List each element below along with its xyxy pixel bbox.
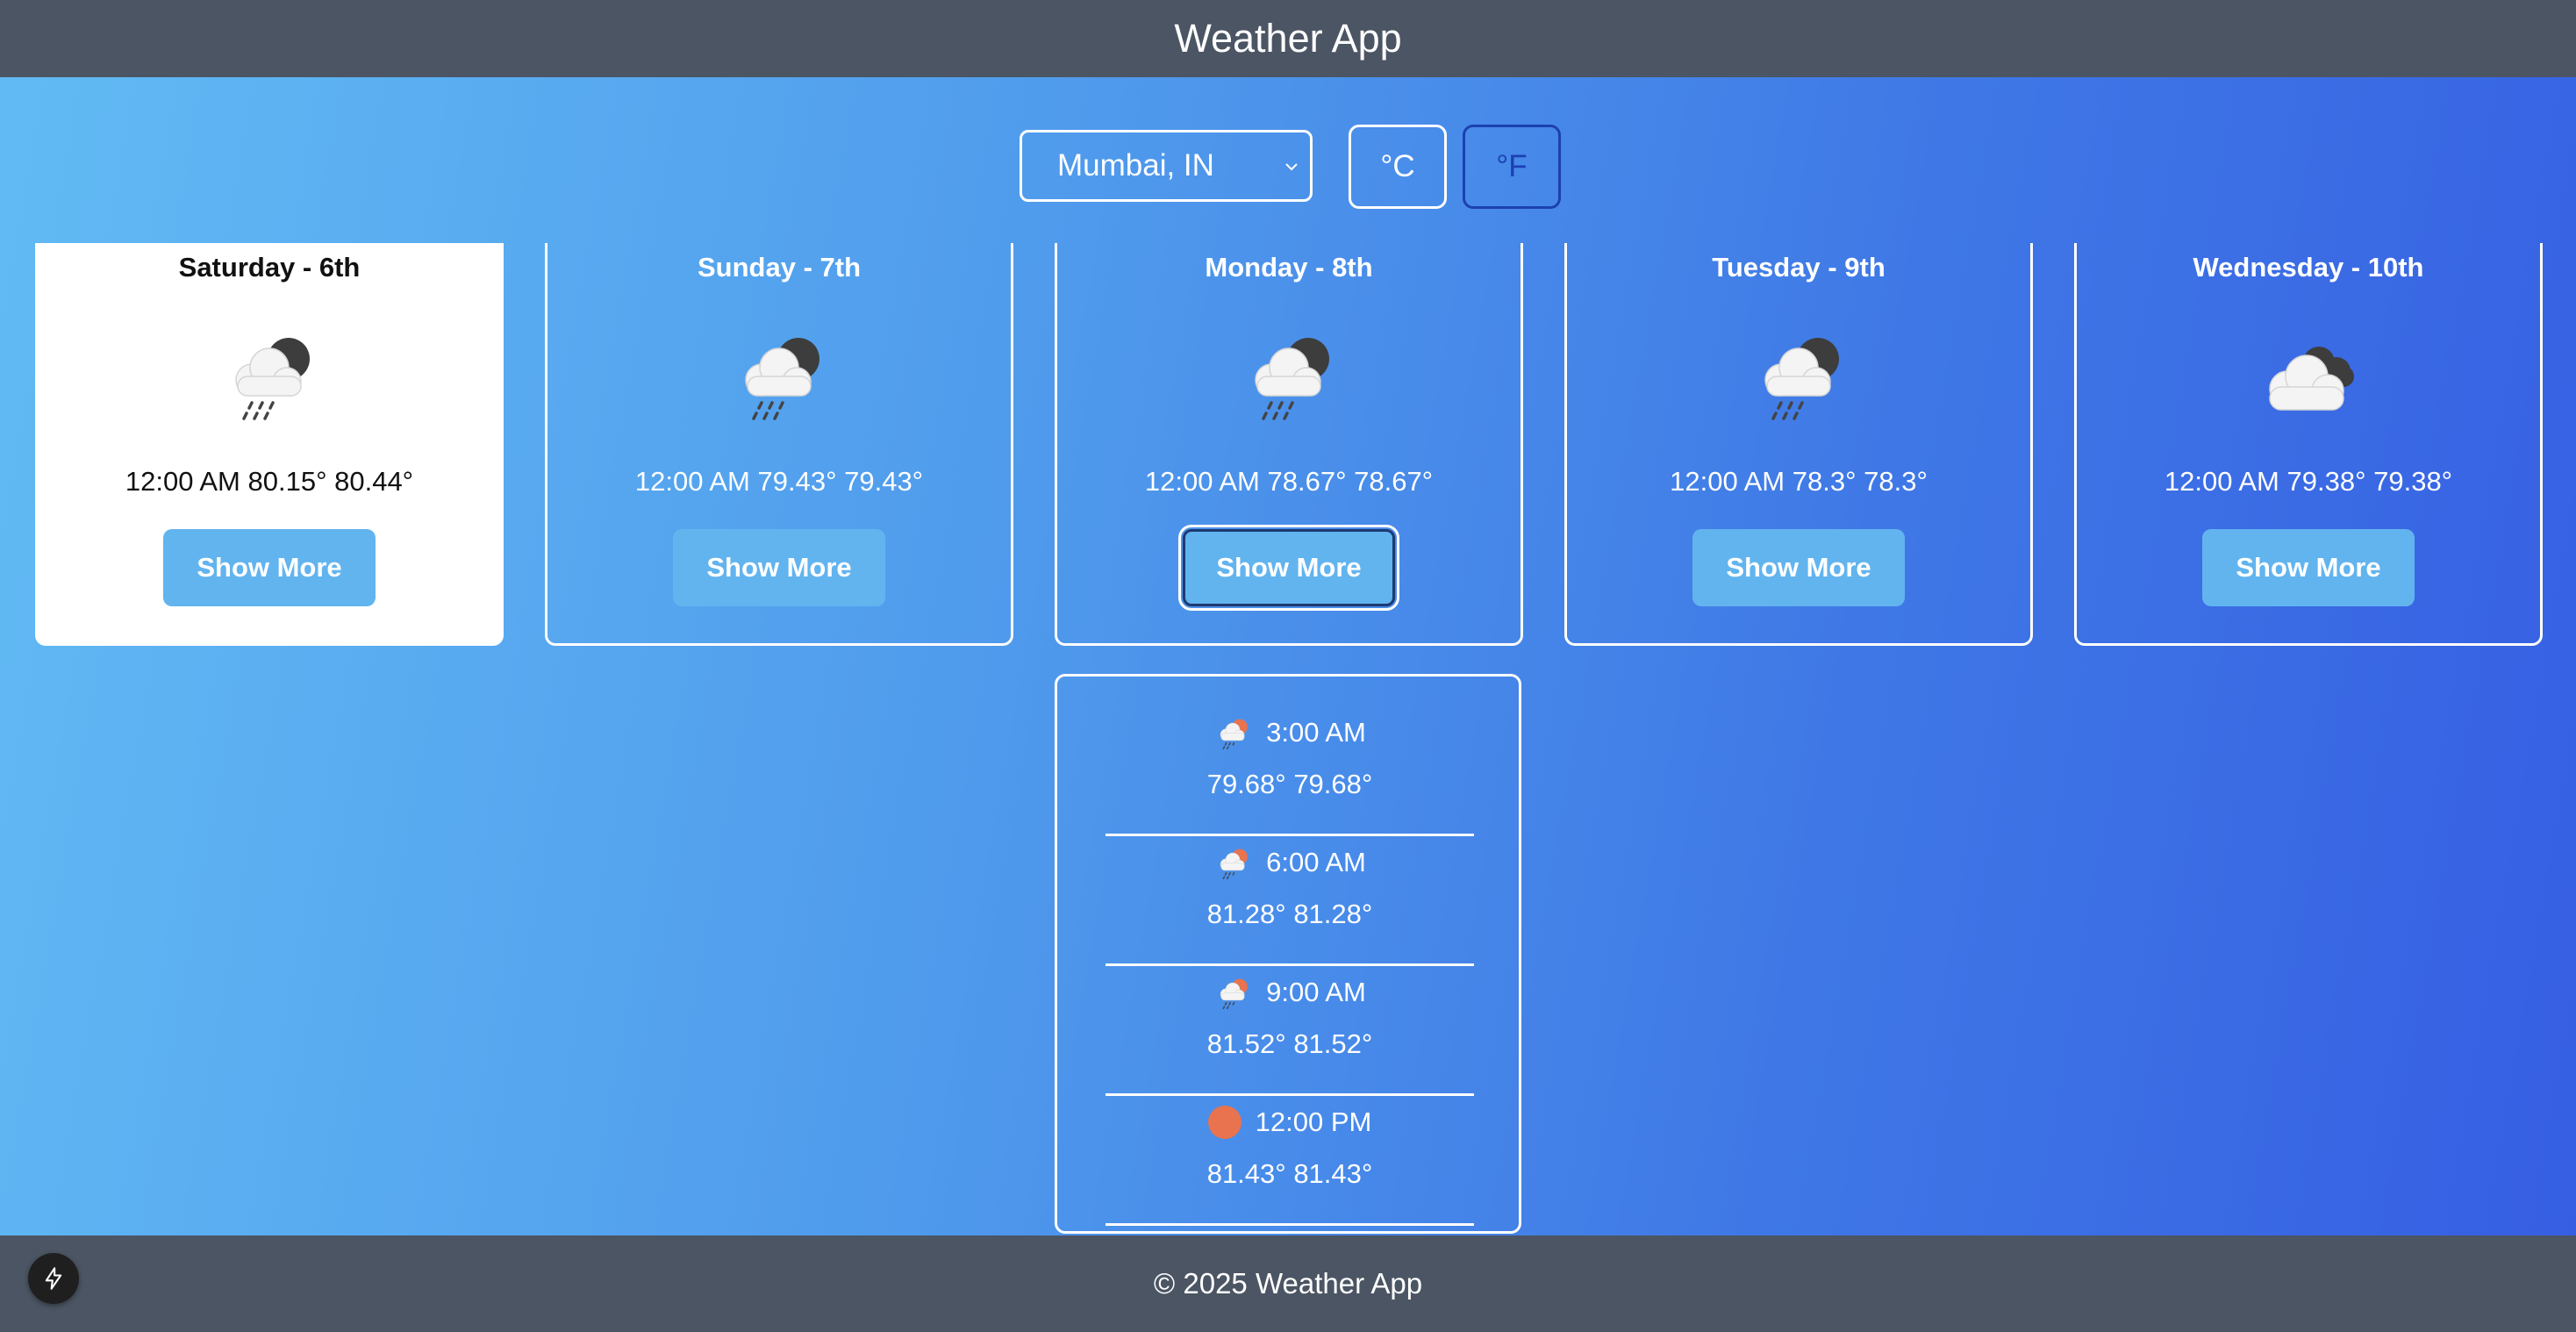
chevron-down-icon xyxy=(1285,163,1298,171)
day-title: Saturday - 6th xyxy=(178,252,361,283)
show-more-button[interactable]: Show More xyxy=(163,529,376,606)
hourly-item: 9:00 AM 81.52° 81.52° xyxy=(1106,966,1474,1098)
hour-temps: 81.43° 81.43° xyxy=(1206,1158,1373,1189)
show-more-button[interactable]: Show More xyxy=(673,529,885,606)
dev-tools-button[interactable] xyxy=(28,1253,79,1304)
day-temps: 12:00 AM 79.38° 79.38° xyxy=(2164,466,2453,497)
day-card-sunday: Sunday - 7th 12:00 AM 79.43° 79.43° Show… xyxy=(545,243,1013,646)
day-title: Wednesday - 10th xyxy=(2193,252,2424,283)
show-more-button[interactable]: Show More xyxy=(2202,529,2415,606)
day-card-wednesday: Wednesday - 10th 12:00 AM 79.38° 79.38° … xyxy=(2074,243,2543,646)
rain-night-icon xyxy=(1236,322,1342,427)
day-title: Tuesday - 9th xyxy=(1712,252,1885,283)
hour-time: 12:00 PM xyxy=(1255,1106,1372,1137)
day-temps: 12:00 AM 80.15° 80.44° xyxy=(125,466,414,497)
rain-day-icon xyxy=(1213,713,1252,752)
unit-fahrenheit-button[interactable]: °F xyxy=(1463,125,1561,209)
day-title: Monday - 8th xyxy=(1205,252,1373,283)
day-card-tuesday: Tuesday - 9th 12:00 AM 78.3° 78.3° Show … xyxy=(1564,243,2033,646)
rain-night-icon xyxy=(1746,322,1851,427)
hourly-item: 6:00 AM 81.28° 81.28° xyxy=(1106,836,1474,968)
rain-day-icon xyxy=(1213,973,1252,1012)
divider xyxy=(1106,1223,1474,1226)
day-card-monday: Monday - 8th 12:00 AM 78.67° 78.67° Show… xyxy=(1055,243,1523,646)
app-footer: © 2025 Weather App xyxy=(0,1235,2576,1332)
unit-celsius-button[interactable]: °C xyxy=(1349,125,1447,209)
rain-night-icon xyxy=(217,322,322,427)
hour-temps: 79.68° 79.68° xyxy=(1206,769,1373,799)
rain-day-icon xyxy=(1213,843,1252,882)
app-header: Weather App xyxy=(0,0,2576,77)
show-more-button[interactable]: Show More xyxy=(1692,529,1905,606)
app-title: Weather App xyxy=(1174,16,1402,61)
hour-time: 9:00 AM xyxy=(1266,977,1366,1007)
day-card-saturday: Saturday - 6th 12:00 AM 80.15° 80.44° Sh… xyxy=(35,243,504,646)
day-temps: 12:00 AM 78.67° 78.67° xyxy=(1144,466,1434,497)
controls-bar: Mumbai, IN °C °F xyxy=(0,125,2576,209)
rain-night-icon xyxy=(726,322,832,427)
sun-icon xyxy=(1207,1106,1241,1139)
hourly-item: 3:00 AM 79.68° 79.68° xyxy=(1106,706,1474,838)
hour-time: 6:00 AM xyxy=(1266,847,1366,877)
hour-time: 3:00 AM xyxy=(1266,717,1366,748)
city-select[interactable]: Mumbai, IN xyxy=(1020,130,1313,202)
city-select-value: Mumbai, IN xyxy=(1057,148,1214,183)
hour-temps: 81.52° 81.52° xyxy=(1206,1028,1373,1059)
lightning-icon xyxy=(45,1267,62,1290)
day-temps: 12:00 AM 78.3° 78.3° xyxy=(1670,466,1928,497)
day-title: Sunday - 7th xyxy=(697,252,861,283)
footer-text: © 2025 Weather App xyxy=(1153,1267,1423,1300)
cloudy-icon xyxy=(2256,322,2361,427)
hourly-item: 12:00 PM 81.43° 81.43° xyxy=(1106,1096,1474,1228)
day-temps: 12:00 AM 79.43° 79.43° xyxy=(634,466,924,497)
hourly-detail-panel[interactable]: 3:00 AM 79.68° 79.68° 6:00 AM 81.28° 81.… xyxy=(1055,674,1521,1234)
show-more-button[interactable]: Show More xyxy=(1178,525,1399,611)
hour-temps: 81.28° 81.28° xyxy=(1206,899,1373,929)
